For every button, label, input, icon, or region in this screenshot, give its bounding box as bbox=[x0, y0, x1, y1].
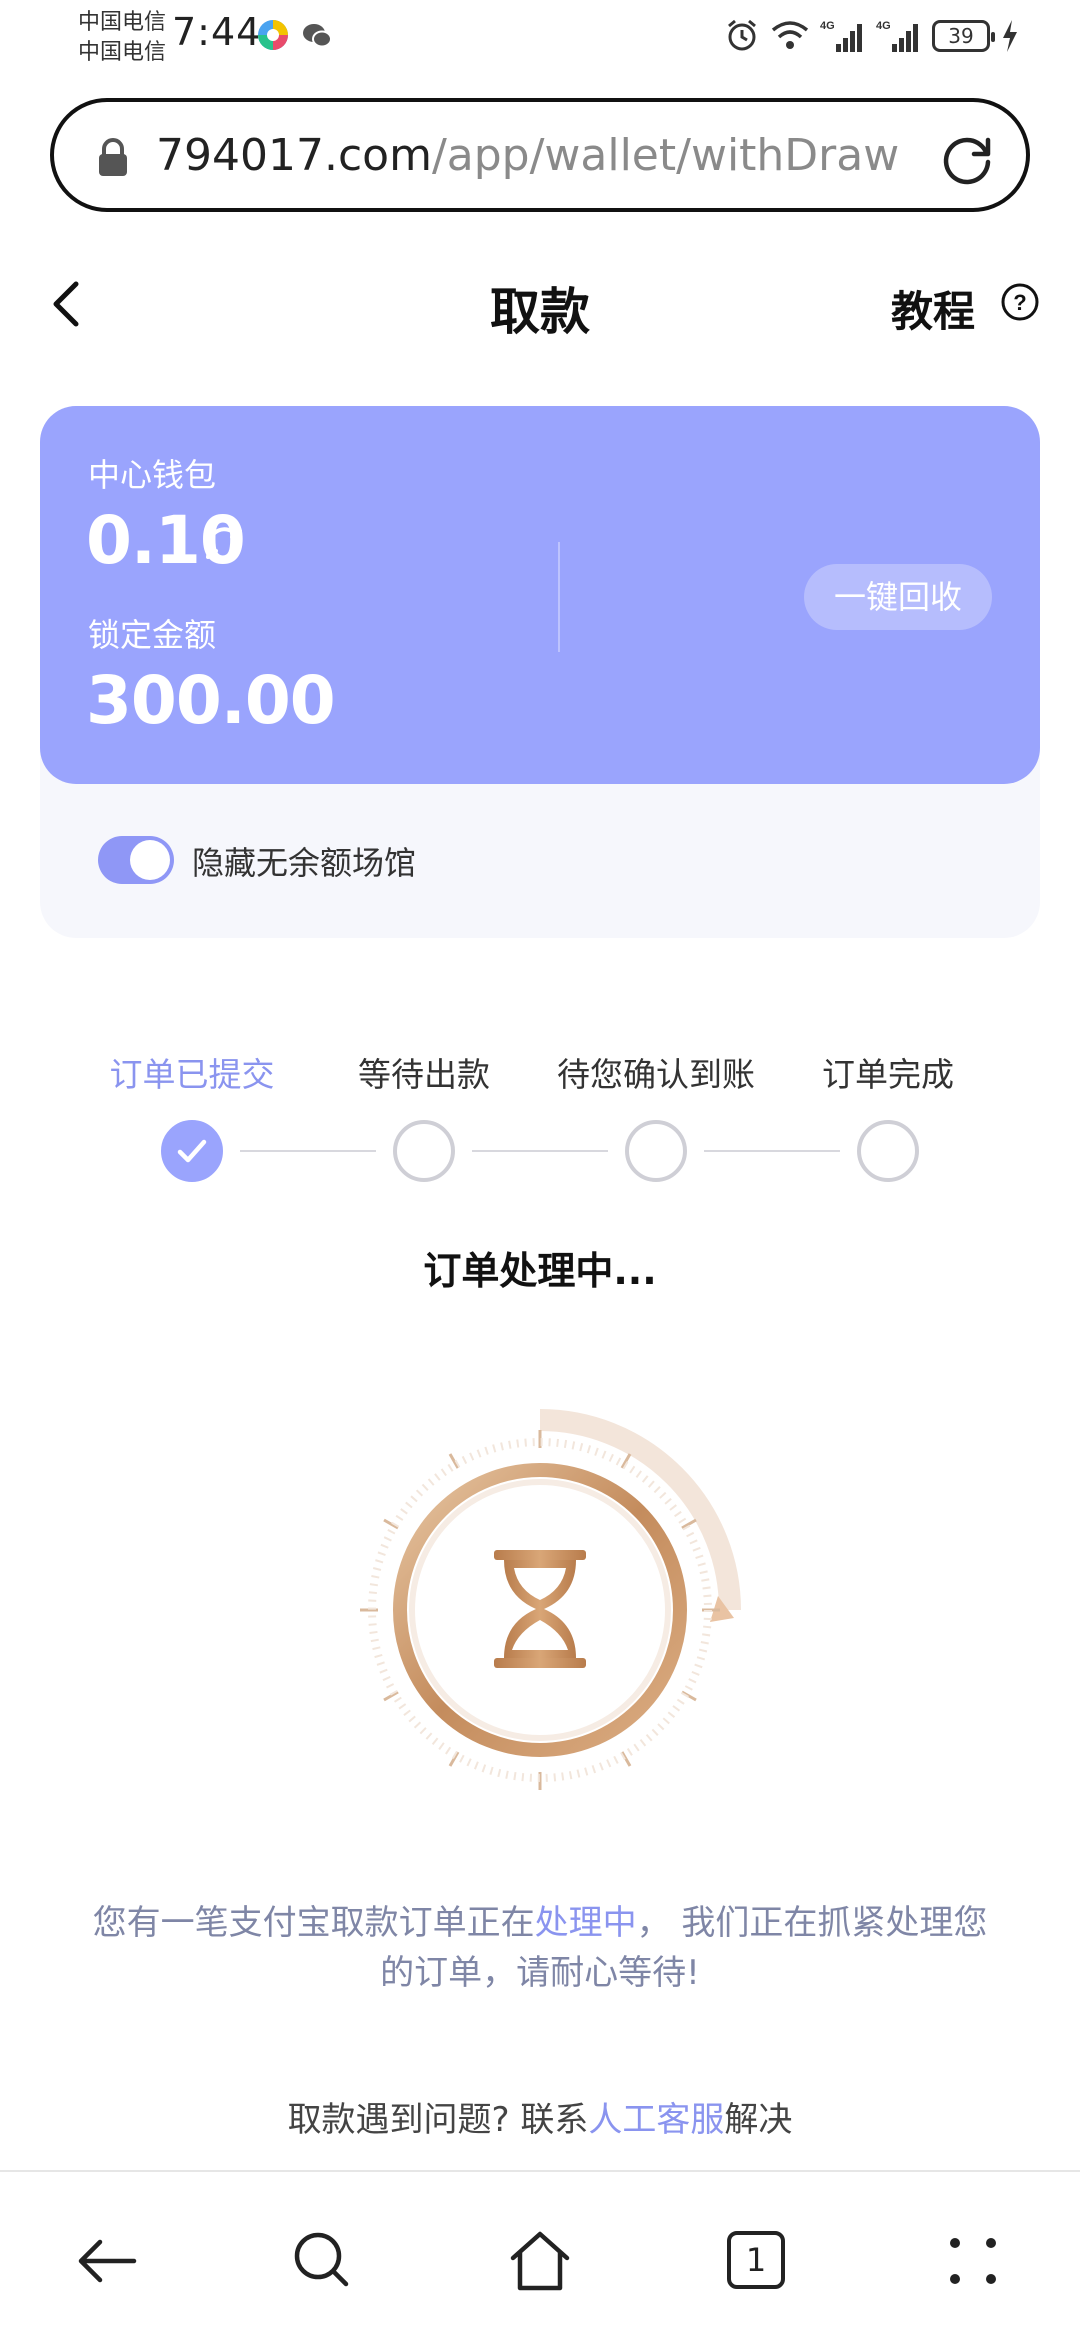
help-prefix: 取款遇到问题? 联系 bbox=[287, 2100, 589, 2140]
step-circle-submitted bbox=[161, 1120, 223, 1182]
processing-status-title: 订单处理中... bbox=[423, 1249, 657, 1293]
step-connector bbox=[240, 1150, 376, 1152]
browser-bottom-nav: 1 bbox=[0, 2170, 1080, 2340]
svg-text:?: ? bbox=[1013, 290, 1026, 315]
wechat-icon bbox=[303, 24, 332, 48]
url-domain: 794017.com bbox=[156, 130, 432, 181]
url-bar[interactable]: 794017.com/app/wallet/withDraw bbox=[50, 98, 1030, 212]
status-time: 7:44 bbox=[172, 10, 262, 54]
url-path: /app/wallet/withDraw bbox=[431, 130, 900, 181]
battery-icon: 39 bbox=[932, 20, 995, 52]
step-label-confirm-receipt: 待您确认到账 bbox=[557, 1055, 755, 1094]
locked-amount-label: 锁定金额 bbox=[88, 616, 217, 654]
help-suffix: 解决 bbox=[724, 2100, 793, 2140]
center-wallet-label: 中心钱包 bbox=[88, 456, 217, 494]
step-circle-confirm-receipt bbox=[625, 1120, 687, 1182]
refresh-icon[interactable] bbox=[202, 522, 246, 566]
toggle-knob bbox=[130, 840, 170, 880]
processing-notice: 您有一笔支付宝取款订单正在处理中， 我们正在抓紧处理您的订单，请耐心等待! bbox=[80, 1898, 1000, 1998]
step-label-awaiting-payout: 等待出款 bbox=[358, 1055, 490, 1094]
hourglass-illustration bbox=[360, 1409, 741, 1790]
tabs-icon[interactable]: 1 bbox=[722, 2226, 792, 2296]
more-icon[interactable] bbox=[938, 2226, 1008, 2296]
step-label-submitted: 订单已提交 bbox=[109, 1055, 275, 1094]
tutorial-link[interactable]: 教程 bbox=[891, 278, 975, 339]
help-icon[interactable]: ? bbox=[1000, 282, 1040, 322]
url-text[interactable]: 794017.com/app/wallet/withDraw bbox=[156, 128, 946, 184]
wallet-card: 中心钱包 0.10 锁定金额 300.00 一键回收 bbox=[40, 406, 1040, 784]
help-line: 取款遇到问题? 联系人工客服解决 bbox=[0, 2092, 1080, 2141]
one-click-recycle-button[interactable]: 一键回收 bbox=[804, 564, 992, 630]
home-icon[interactable] bbox=[505, 2226, 575, 2296]
card-divider bbox=[558, 542, 560, 652]
hide-empty-venues-toggle[interactable] bbox=[98, 836, 174, 884]
locked-amount: 300.00 bbox=[86, 662, 336, 739]
hide-empty-venues-label: 隐藏无余额场馆 bbox=[192, 844, 417, 882]
notice-highlight: 处理中 bbox=[534, 1903, 637, 1943]
step-circle-completed bbox=[857, 1120, 919, 1182]
charging-icon bbox=[1003, 20, 1017, 52]
tab-count: 1 bbox=[727, 2231, 785, 2289]
carrier-names: 中国电信 中国电信 bbox=[78, 8, 166, 68]
back-icon[interactable] bbox=[72, 2226, 142, 2296]
reload-icon[interactable] bbox=[938, 130, 996, 188]
search-icon[interactable] bbox=[288, 2226, 358, 2296]
signal-4g-icon: 4G bbox=[876, 20, 918, 52]
check-icon bbox=[177, 1139, 207, 1163]
step-connector bbox=[704, 1150, 840, 1152]
step-label-completed: 订单完成 bbox=[822, 1055, 954, 1094]
customer-service-link[interactable]: 人工客服 bbox=[588, 2100, 724, 2140]
svg-text:4G: 4G bbox=[820, 20, 835, 32]
alarm-icon bbox=[728, 19, 756, 51]
notice-text-1: 您有一笔支付宝取款订单正在 bbox=[92, 1903, 535, 1943]
carrier-1: 中国电信 bbox=[78, 10, 167, 35]
app-notification-icon bbox=[258, 20, 288, 50]
order-progress-steps: 订单已提交 等待出款 待您确认到账 订单完成 bbox=[0, 1040, 1080, 1200]
page-header: 取款 教程 ? bbox=[0, 250, 1080, 360]
step-circle-awaiting-payout bbox=[393, 1120, 455, 1182]
svg-text:4G: 4G bbox=[876, 20, 891, 32]
signal-4g-icon: 4G bbox=[820, 20, 862, 52]
step-connector bbox=[472, 1150, 608, 1152]
status-bar: 中国电信 中国电信 7:44 4G 4G 39 bbox=[0, 0, 1080, 90]
status-icons: 4G 4G 39 bbox=[724, 16, 1020, 56]
carrier-2: 中国电信 bbox=[78, 40, 167, 65]
lock-icon bbox=[99, 138, 127, 176]
wifi-icon bbox=[771, 21, 809, 49]
wallet-section: 中心钱包 0.10 锁定金额 300.00 一键回收 隐藏无余额场馆 bbox=[40, 406, 1040, 938]
